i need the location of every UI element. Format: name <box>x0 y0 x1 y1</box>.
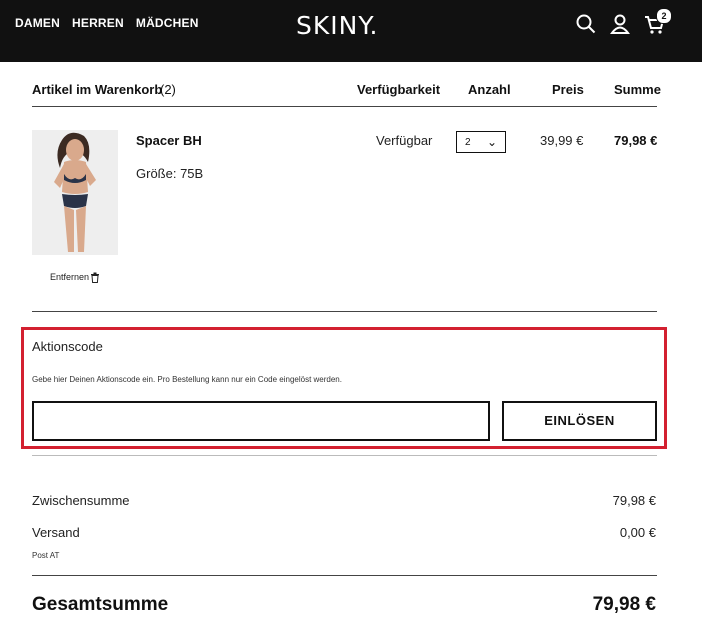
cart-table-title: Artikel im Warenkorb <box>32 82 163 97</box>
nav-herren[interactable]: HERREN <box>72 16 124 30</box>
cart-icon[interactable]: 2 <box>644 8 672 35</box>
column-quantity: Anzahl <box>468 82 511 97</box>
item-price: 39,99 € <box>540 133 584 148</box>
main-nav: DAMEN HERREN MÄDCHEN <box>15 16 199 30</box>
shipping-label: Versand <box>32 525 80 540</box>
chevron-down-icon: ⌄ <box>486 135 497 149</box>
promo-title: Aktionscode <box>32 339 103 354</box>
column-availability: Verfügbarkeit <box>357 82 441 97</box>
account-icon[interactable] <box>610 13 630 35</box>
subtotal-value: 79,98 € <box>612 493 656 508</box>
top-bar: DAMEN HERREN MÄDCHEN SKINY. 2 <box>0 0 702 62</box>
quantity-select[interactable]: 2 ⌄ <box>456 131 506 153</box>
cart-item-count: (2) <box>160 82 176 97</box>
search-icon[interactable] <box>576 13 596 35</box>
subtotal-label: Zwischensumme <box>32 493 130 508</box>
column-price: Preis <box>552 82 584 97</box>
remove-item-link[interactable]: Entfernen <box>50 272 89 282</box>
shipping-method: Post AT <box>32 551 60 560</box>
redeem-button[interactable]: EINLÖSEN <box>502 401 657 441</box>
cart-table-header: Artikel im Warenkorb (2) Verfügbarkeit A… <box>32 80 661 107</box>
divider <box>32 311 657 312</box>
item-total: 79,98 € <box>614 133 658 148</box>
cart-count-badge: 2 <box>656 8 672 24</box>
shipping-value: 0,00 € <box>619 525 656 540</box>
grand-total-label: Gesamtsumme <box>32 594 169 615</box>
promo-code-input[interactable] <box>32 401 490 441</box>
trash-icon[interactable] <box>90 272 100 286</box>
header-icons: 2 <box>576 8 672 35</box>
divider <box>32 575 657 576</box>
item-availability: Verfügbar <box>376 133 433 148</box>
quantity-value: 2 <box>465 137 471 148</box>
item-size: Größe: 75B <box>136 166 204 181</box>
column-total: Summe <box>614 82 661 97</box>
product-image[interactable] <box>32 130 118 255</box>
nav-maedchen[interactable]: MÄDCHEN <box>136 16 199 30</box>
item-name[interactable]: Spacer BH <box>136 133 202 148</box>
divider <box>32 455 657 456</box>
promo-hint: Gebe hier Deinen Aktionscode ein. Pro Be… <box>32 375 342 384</box>
nav-damen[interactable]: DAMEN <box>15 16 60 30</box>
brand-logo[interactable]: SKINY. <box>296 11 379 40</box>
grand-total-value: 79,98 € <box>592 594 656 615</box>
